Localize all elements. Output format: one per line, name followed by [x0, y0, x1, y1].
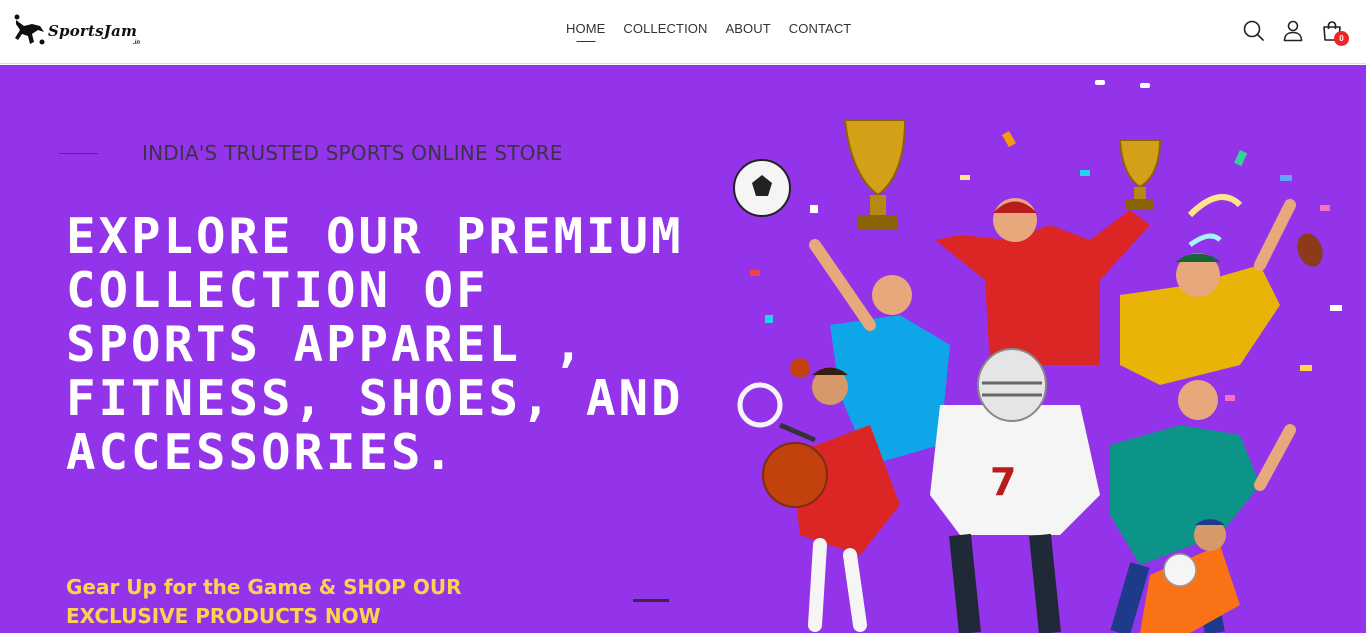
nav-collection[interactable]: COLLECTION [623, 20, 707, 38]
player-yellow-jacket [1120, 199, 1296, 385]
player-blue-shirt [809, 239, 950, 465]
hero-banner: INDIA'S TRUSTED SPORTS ONLINE STORE EXPL… [0, 65, 1366, 633]
player-red-shirt [935, 198, 1150, 365]
player-silhouette-icon [14, 14, 45, 45]
hero-headline: EXPLORE OUR PREMIUM COLLECTION OF SPORTS… [66, 208, 684, 481]
header-actions: 0 [1226, 0, 1366, 64]
trophy-right [1118, 139, 1162, 209]
player-football: 7 [930, 348, 1100, 633]
hero-cta-text[interactable]: Gear Up for the Game & SHOP OUR EXCLUSIV… [66, 573, 566, 631]
svg-text:7: 7 [990, 460, 1016, 504]
athletes-illustration: 7 [733, 80, 1342, 633]
nav-about[interactable]: ABOUT [725, 20, 770, 38]
logo-text: SportsJam [48, 22, 138, 40]
slider-indicator[interactable] [633, 599, 669, 602]
tagline-divider [59, 153, 98, 154]
logo[interactable]: SportsJam .in [12, 14, 147, 50]
search-icon[interactable] [1242, 19, 1266, 43]
nav-home[interactable]: HOME [566, 20, 605, 38]
cart-count-badge: 0 [1334, 31, 1349, 46]
soccer-ball [733, 159, 791, 217]
trophy-left [843, 119, 907, 229]
nav-contact[interactable]: CONTACT [789, 20, 852, 38]
hero-tagline: INDIA'S TRUSTED SPORTS ONLINE STORE [142, 141, 563, 165]
user-icon[interactable] [1281, 19, 1305, 43]
logo-suffix: .in [133, 40, 140, 46]
main-nav: HOME COLLECTION ABOUT CONTACT [566, 20, 851, 38]
site-header: SportsJam .in HOME COLLECTION ABOUT CONT… [0, 0, 1366, 64]
